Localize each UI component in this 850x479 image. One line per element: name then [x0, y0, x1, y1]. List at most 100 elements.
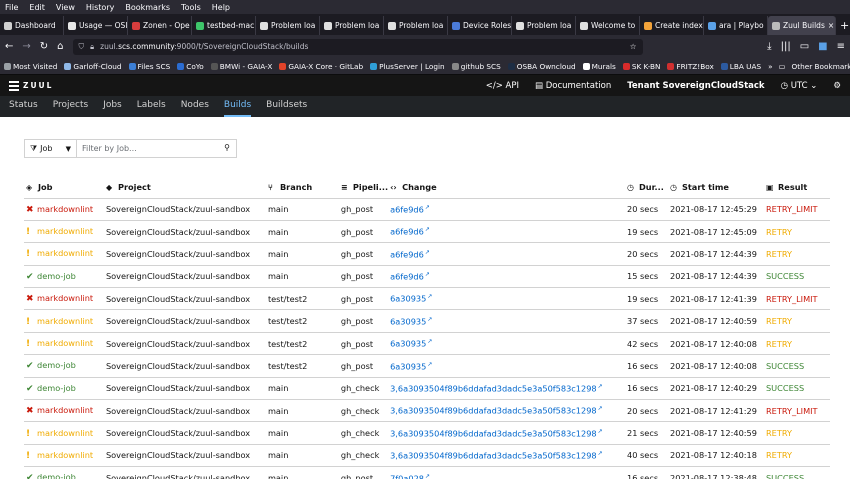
bookmark-item[interactable]: github SCS — [451, 62, 501, 71]
change-link[interactable]: a6fe9d6 — [390, 227, 424, 237]
external-link-icon[interactable]: ↗ — [425, 473, 430, 479]
external-link-icon[interactable]: ↗ — [598, 405, 603, 412]
table-row[interactable]: ! markdownlint SovereignCloudStack/zuul-sa… — [24, 309, 830, 333]
filter-input[interactable]: Filter by Job... ⚲ — [77, 139, 237, 158]
external-link-icon[interactable]: ↗ — [598, 428, 603, 435]
table-row[interactable]: ! markdownlint SovereignCloudStack/zuul-sa… — [24, 421, 830, 445]
overflow-icon[interactable]: » — [768, 62, 772, 71]
bookmark-item[interactable]: SK K-BN — [622, 62, 660, 71]
table-row[interactable]: ! markdownlint SovereignCloudStack/zuul-sa… — [24, 242, 830, 266]
external-link-icon[interactable]: ↗ — [427, 316, 432, 323]
bookmark-item[interactable]: GAIA-X Core · GitLab — [279, 62, 363, 71]
bookmark-item[interactable]: FRITZ!Box — [667, 62, 714, 71]
table-row[interactable]: ! markdownlint SovereignCloudStack/zuul-sa… — [24, 332, 830, 356]
nav-status[interactable]: Status — [9, 96, 38, 117]
job-link[interactable]: demo-job — [37, 271, 76, 281]
zuul-logo[interactable]: ZUUL — [9, 80, 53, 91]
change-link[interactable]: a6fe9d6 — [390, 205, 424, 215]
table-row[interactable]: ✔ demo-job SovereignCloudStack/zuul-sandbo… — [24, 265, 830, 289]
nav-buildsets[interactable]: Buildsets — [266, 96, 307, 117]
job-link[interactable]: markdownlint — [37, 428, 93, 438]
bookmark-item[interactable]: PlusServer | Login — [370, 62, 445, 71]
change-link[interactable]: 6a30935 — [390, 294, 426, 304]
column-header[interactable]: ◆ Project — [103, 176, 266, 199]
browser-tab[interactable]: Problem loa — [512, 16, 576, 35]
bookmark-item[interactable]: LBA UAS — [720, 62, 761, 71]
external-link-icon[interactable]: ↗ — [598, 383, 603, 390]
column-header[interactable]: ‹› Change — [388, 176, 626, 199]
job-link[interactable]: markdownlint — [37, 204, 93, 214]
home-icon[interactable]: ⌂ — [57, 41, 63, 52]
reload-icon[interactable]: ↻ — [40, 41, 48, 52]
table-row[interactable]: ✔ demo-job SovereignCloudStack/zuul-sandbo… — [24, 377, 830, 401]
gear-icon[interactable]: ⚙ — [833, 81, 841, 91]
change-link[interactable]: 3,6a3093504f89b6ddafad3dadc5e3a50f583c12… — [390, 451, 597, 461]
table-row[interactable]: ✖ markdownlint SovereignCloudStack/zuul-sa… — [24, 287, 830, 311]
extension-icon[interactable]: ■ — [818, 41, 827, 52]
menu-help[interactable]: Help — [212, 3, 230, 12]
job-link[interactable]: markdownlint — [37, 248, 93, 258]
bookmark-item[interactable]: Garloff-Cloud — [64, 62, 122, 71]
job-link[interactable]: markdownlint — [37, 405, 93, 415]
bookmark-item[interactable]: BMWi - GAIA-X — [210, 62, 272, 71]
close-tab-icon[interactable]: × — [828, 21, 834, 30]
back-icon[interactable]: ← — [5, 41, 13, 52]
table-row[interactable]: ✖ markdownlint SovereignCloudStack/zuul-sa… — [24, 399, 830, 423]
column-header[interactable]: ▣ Result — [763, 176, 830, 199]
tenant-label[interactable]: Tenant SovereignCloudStack — [627, 81, 764, 91]
menu-view[interactable]: View — [56, 3, 75, 12]
menu-bookmarks[interactable]: Bookmarks — [125, 3, 170, 12]
external-link-icon[interactable]: ↗ — [425, 249, 430, 256]
table-row[interactable]: ✖ markdownlint SovereignCloudStack/zuul-sa… — [24, 198, 830, 221]
external-link-icon[interactable]: ↗ — [427, 293, 432, 300]
job-link[interactable]: demo-job — [37, 383, 76, 393]
documentation-link[interactable]: ▤ Documentation — [535, 81, 611, 91]
column-header[interactable]: ◷ Start time — [668, 176, 764, 199]
job-link[interactable]: markdownlint — [37, 316, 93, 326]
job-link[interactable]: demo-job — [37, 360, 76, 370]
browser-tab[interactable]: Dashboard — [0, 16, 64, 35]
job-link[interactable]: markdownlint — [37, 338, 93, 348]
external-link-icon[interactable]: ↗ — [427, 338, 432, 345]
external-link-icon[interactable]: ↗ — [598, 450, 603, 457]
nav-builds[interactable]: Builds — [223, 96, 252, 117]
menu-edit[interactable]: Edit — [29, 3, 45, 12]
change-link[interactable]: a6fe9d6 — [390, 272, 424, 282]
search-icon[interactable]: ⚲ — [224, 143, 230, 152]
change-link[interactable]: 3,6a3093504f89b6ddafad3dadc5e3a50f583c12… — [390, 406, 597, 416]
column-header[interactable]: ◈ Job — [24, 176, 104, 199]
job-link[interactable]: demo-job — [37, 472, 76, 479]
browser-tab[interactable]: Create index — [640, 16, 704, 35]
change-link[interactable]: 6a30935 — [390, 339, 426, 349]
table-row[interactable]: ✔ demo-job SovereignCloudStack/zuul-sandbo… — [24, 354, 830, 378]
column-header[interactable]: ≡ Pipeli... — [338, 176, 389, 199]
nav-projects[interactable]: Projects — [53, 96, 88, 117]
downloads-icon[interactable]: ⤓ — [767, 41, 771, 52]
external-link-icon[interactable]: ↗ — [425, 204, 430, 211]
bookmark-item[interactable]: Murals — [582, 62, 616, 71]
change-link[interactable]: 6a30935 — [390, 361, 426, 371]
library-icon[interactable]: ||| — [781, 41, 791, 52]
external-link-icon[interactable]: ↗ — [427, 361, 432, 368]
nav-labels[interactable]: Labels — [137, 96, 166, 117]
filter-type-select[interactable]: ⧩ Job ▼ — [24, 139, 77, 158]
bookmark-item[interactable]: Files SCS — [128, 62, 170, 71]
other-bookmarks[interactable]: » ▭ Other Bookmarks — [768, 62, 850, 71]
browser-tab[interactable]: Zuul Builds × — [768, 16, 836, 35]
bookmark-star-icon[interactable]: ☆ — [630, 42, 637, 51]
api-link[interactable]: </> API — [486, 81, 519, 91]
menu-history[interactable]: History — [86, 3, 114, 12]
browser-tab[interactable]: ara | Playbo — [704, 16, 768, 35]
job-link[interactable]: markdownlint — [37, 226, 93, 236]
menu-file[interactable]: File — [5, 3, 18, 12]
column-header[interactable]: ⑂ Branch — [265, 176, 339, 199]
bookmark-item[interactable]: CoYo — [177, 62, 204, 71]
new-tab-icon[interactable]: + — [836, 19, 850, 35]
change-link[interactable]: 3,6a3093504f89b6ddafad3dadc5e3a50f583c12… — [390, 428, 597, 438]
browser-tab[interactable]: testbed-mac — [192, 16, 256, 35]
menu-tools[interactable]: Tools — [181, 3, 201, 12]
job-link[interactable]: markdownlint — [37, 450, 93, 460]
change-link[interactable]: 3,6a3093504f89b6ddafad3dadc5e3a50f583c12… — [390, 384, 597, 394]
browser-tab[interactable]: Problem loa — [320, 16, 384, 35]
change-link[interactable]: a6fe9d6 — [390, 249, 424, 259]
